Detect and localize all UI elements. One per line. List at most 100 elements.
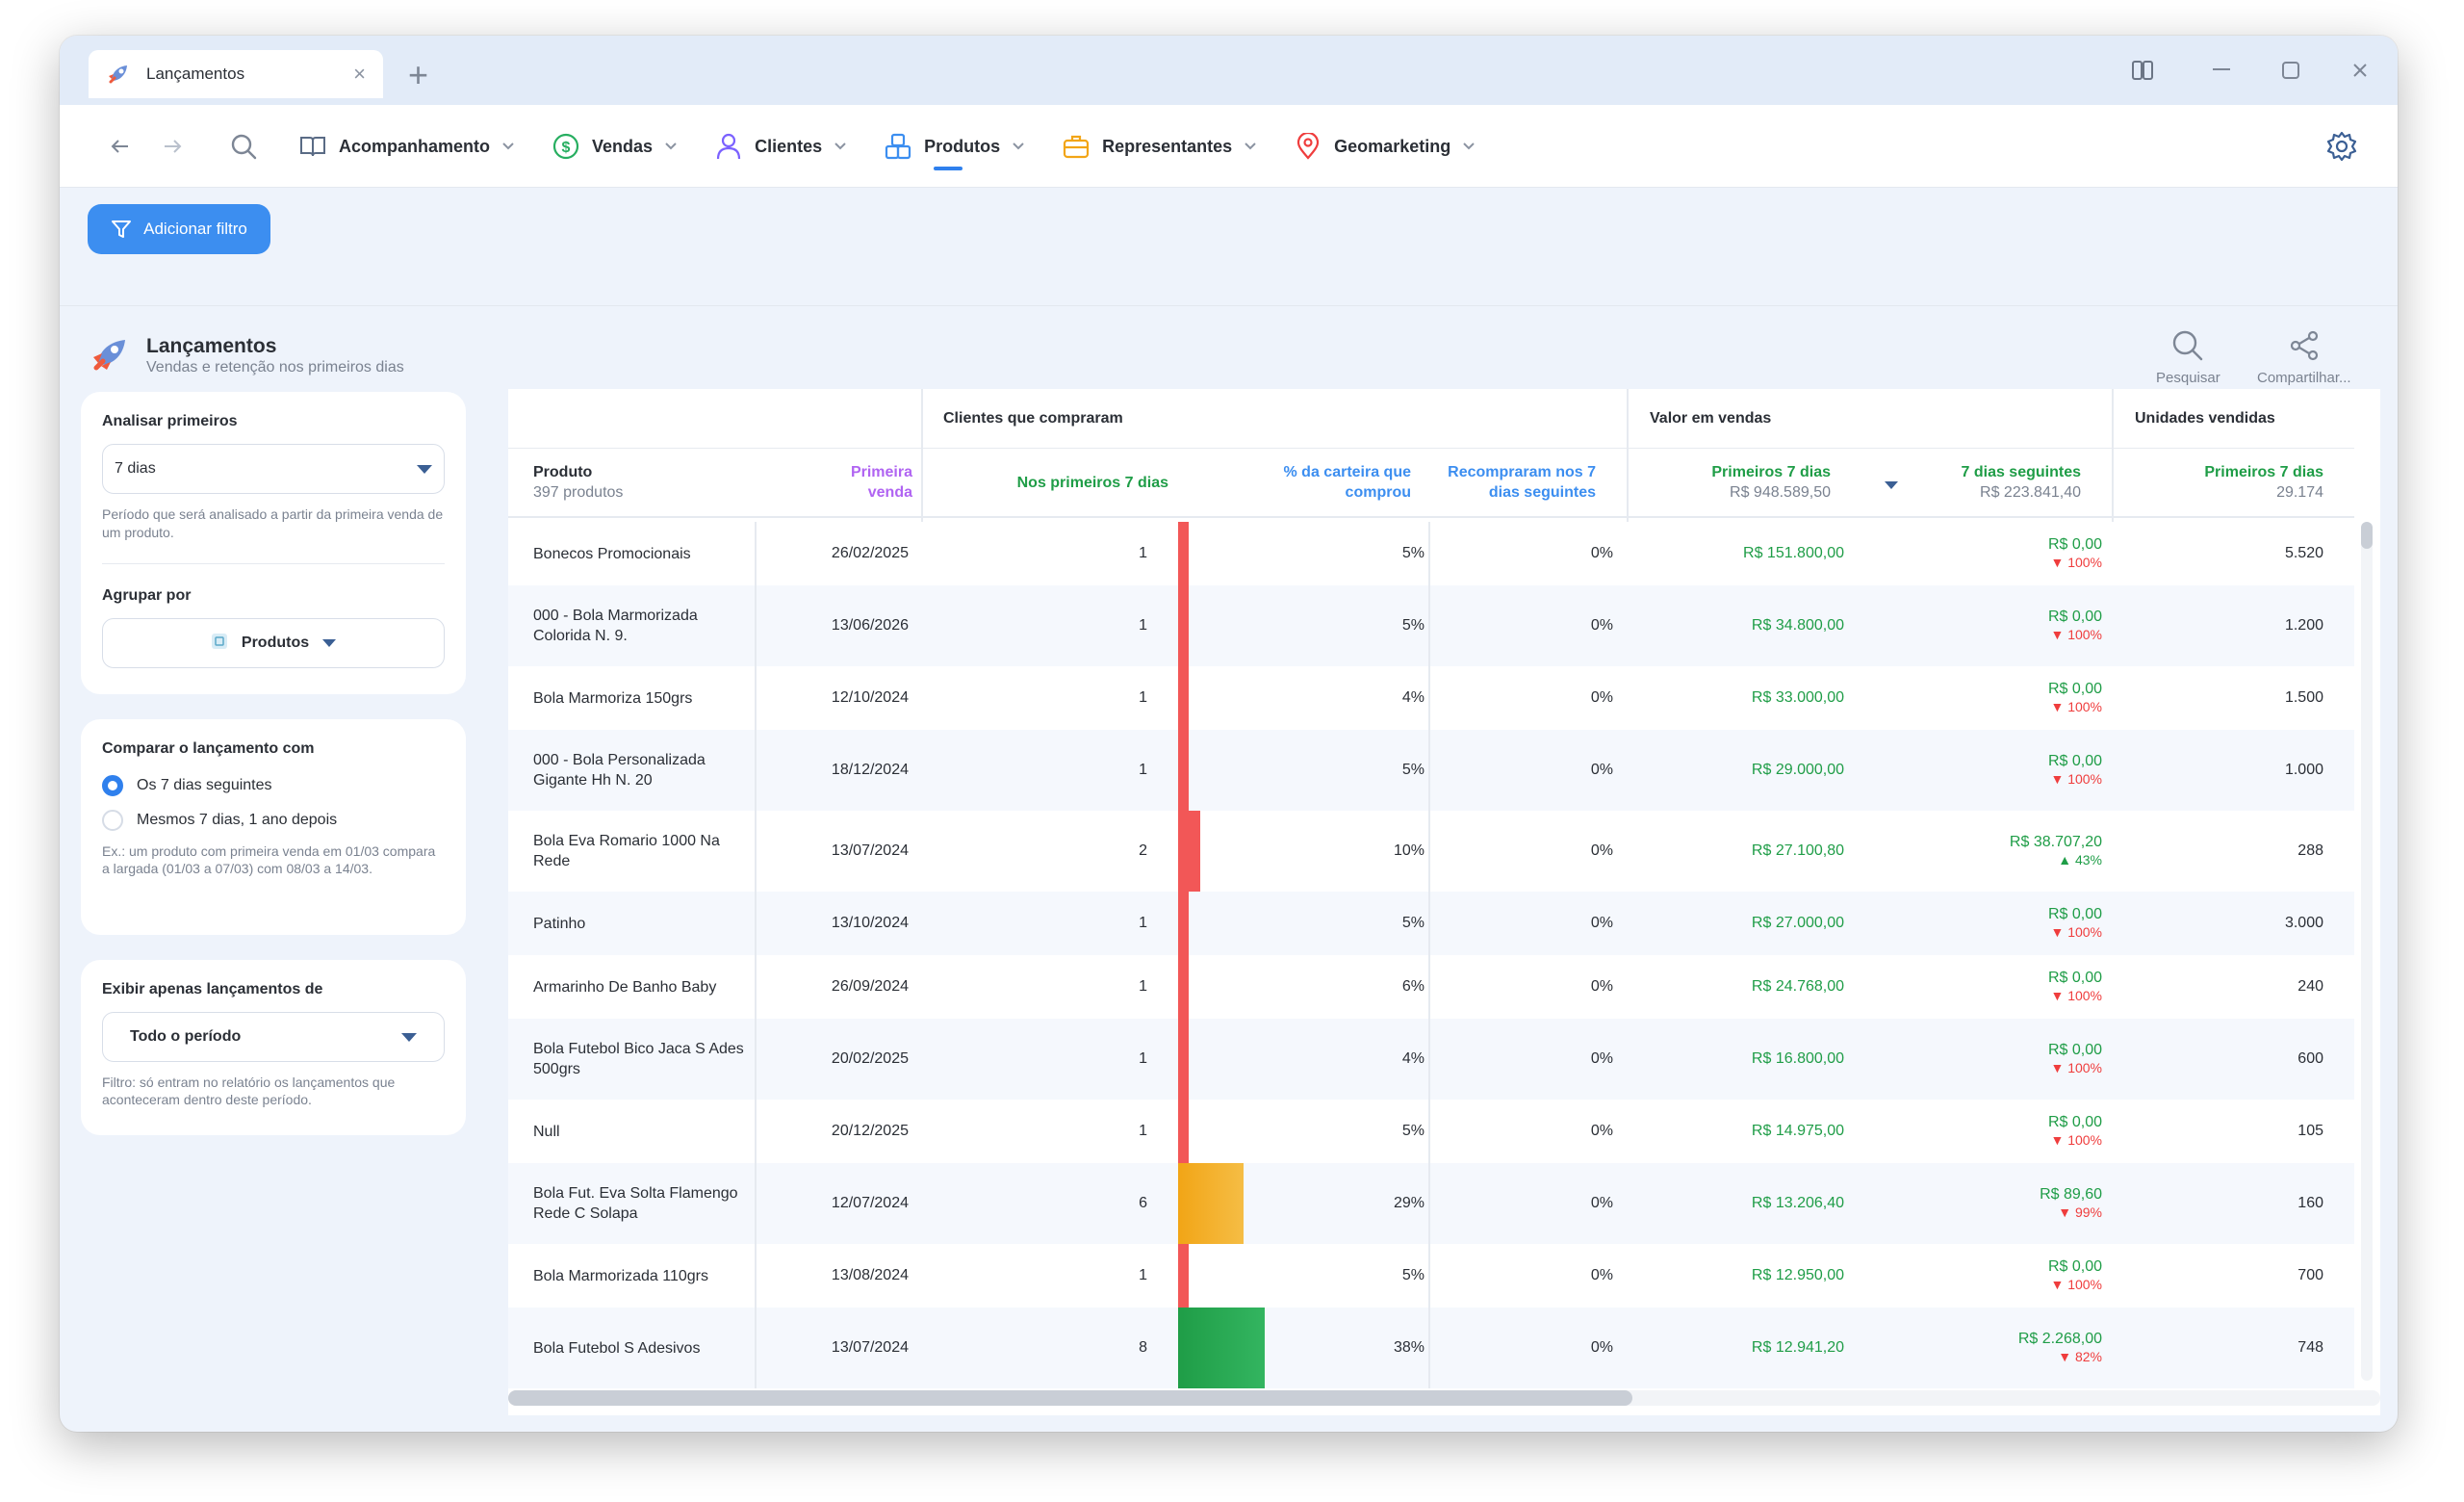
menu-label: Clientes xyxy=(755,136,823,156)
change-badge: ▼ 82% xyxy=(2058,1348,2102,1365)
change-pct: 100% xyxy=(2067,1060,2102,1075)
first-sale-date: 13/06/2026 xyxy=(755,585,920,666)
table-row[interactable]: Patinho 13/10/2024 1 5% 0% R$ 27.000,00 R$ 0,0… xyxy=(508,892,2354,955)
table-row[interactable]: Bola Eva Romario 1000 Na Rede 13/07/2024 2… xyxy=(508,811,2354,892)
change-badge: ▼ 100% xyxy=(2050,1131,2102,1149)
add-filter-label: Adicionar filtro xyxy=(143,220,247,238)
rocket-icon xyxy=(106,61,133,88)
table-row[interactable]: Armarinho De Banho Baby 26/09/2024 1 6% 0% R$… xyxy=(508,955,2354,1019)
group-select[interactable]: Produtos xyxy=(102,618,445,668)
menu-geomarketing[interactable]: Geomarketing xyxy=(1294,105,1476,188)
add-filter-button[interactable]: Adicionar filtro xyxy=(88,204,270,254)
product-name[interactable]: Bola Eva Romario 1000 Na Rede xyxy=(533,811,755,892)
change-badge: ▼ 100% xyxy=(2050,554,2102,571)
value-first7: R$ 14.975,00 xyxy=(1751,1123,1844,1139)
arrow-up-icon: ▲ xyxy=(2058,852,2072,868)
table-row[interactable]: Null 20/12/2025 1 5% 0% R$ 14.975,00 R$ 0,00 ▼ … xyxy=(508,1100,2354,1163)
page-subtitle: Vendas e retenção nos primeiros dias xyxy=(146,359,404,376)
value-next7: R$ 0,00 xyxy=(2047,609,2102,625)
compare-option-next7[interactable]: Os 7 dias seguintes xyxy=(102,775,445,796)
pct-value: 6% xyxy=(1401,978,1424,995)
col-first7-header[interactable]: Nos primeiros 7 dias xyxy=(922,449,1182,518)
share-action[interactable]: Compartilhar... xyxy=(2257,329,2351,386)
rebuy-value: 0% xyxy=(1428,955,1625,1019)
value-next7: R$ 89,60 xyxy=(2040,1186,2102,1203)
value-first7: R$ 12.941,20 xyxy=(1751,1339,1844,1356)
clients-count: 1 xyxy=(1139,1123,1147,1139)
pct-value: 5% xyxy=(1401,1123,1424,1139)
rebuy-value: 0% xyxy=(1428,730,1625,811)
horizontal-scroll-thumb[interactable] xyxy=(508,1390,1632,1406)
close-window-icon[interactable] xyxy=(2341,53,2379,88)
product-name[interactable]: Bola Futebol S Adesivos xyxy=(533,1308,755,1388)
back-arrow-icon[interactable] xyxy=(106,132,135,161)
col-pct-header[interactable]: % da carteira que comprou xyxy=(1182,449,1442,518)
split-view-icon[interactable] xyxy=(2123,53,2162,88)
menu-clientes[interactable]: Clientes xyxy=(714,105,847,188)
table-row[interactable]: 000 - Bola Personalizada Gigante Hh N. 2… xyxy=(508,730,2354,811)
radio-selected[interactable] xyxy=(102,775,123,796)
col-units-header[interactable]: Primeiros 7 dias 29.174 xyxy=(2114,449,2354,518)
table-row[interactable]: 000 - Bola Marmorizada Colorida N. 9. 13/… xyxy=(508,585,2354,666)
arrow-down-icon: ▼ xyxy=(2050,988,2065,1003)
minimize-icon[interactable] xyxy=(2202,53,2241,88)
menu-representantes[interactable]: Representantes xyxy=(1062,105,1257,188)
search-icon[interactable] xyxy=(227,130,260,163)
product-name[interactable]: Armarinho De Banho Baby xyxy=(533,955,755,1019)
radio-unselected[interactable] xyxy=(102,810,123,831)
compare-option-year[interactable]: Mesmos 7 dias, 1 ano depois xyxy=(102,810,445,831)
period-select[interactable]: Todo o período xyxy=(102,1012,445,1062)
close-tab-icon[interactable]: × xyxy=(353,62,366,87)
change-badge: ▼ 100% xyxy=(2050,626,2102,643)
table-row[interactable]: Bola Futebol S Adesivos 13/07/2024 8 38% 0% R… xyxy=(508,1308,2354,1388)
new-tab-button[interactable]: + xyxy=(408,55,428,95)
product-name[interactable]: Bola Marmoriza 150grs xyxy=(533,666,755,730)
change-pct: 82% xyxy=(2074,1349,2102,1364)
units-value: 288 xyxy=(2297,842,2323,859)
gear-icon[interactable] xyxy=(2323,128,2360,165)
table-row[interactable]: Bola Marmoriza 150grs 12/10/2024 1 4% 0% R$ 3… xyxy=(508,666,2354,730)
table-row[interactable]: Bonecos Promocionais 26/02/2025 1 5% 0% R$ 15… xyxy=(508,522,2354,585)
col-units-total: 29.174 xyxy=(2276,484,2323,501)
horizontal-scrollbar[interactable] xyxy=(508,1390,2380,1406)
analyze-value: 7 dias xyxy=(115,460,156,477)
menu-acompanhamento[interactable]: Acompanhamento xyxy=(298,105,515,188)
browser-tab[interactable]: Lançamentos × xyxy=(89,50,383,98)
product-name[interactable]: Patinho xyxy=(533,892,755,955)
col-pct-line1: % da carteira que xyxy=(1283,464,1412,480)
vertical-scroll-thumb[interactable] xyxy=(2361,522,2373,549)
product-name[interactable]: Bola Futebol Bico Jaca S Ades 500grs xyxy=(533,1019,755,1100)
table-row[interactable]: Bola Fut. Eva Solta Flamengo Rede C Sola… xyxy=(508,1163,2354,1244)
caret-down-icon xyxy=(417,464,432,474)
product-name[interactable]: 000 - Bola Marmorizada Colorida N. 9. xyxy=(533,585,755,666)
col-rebuy-header[interactable]: Recompraram nos 7 dias seguintes xyxy=(1442,449,1627,518)
product-name[interactable]: Bonecos Promocionais xyxy=(533,522,755,585)
arrow-down-icon: ▼ xyxy=(2050,555,2065,570)
first-sale-date: 13/08/2024 xyxy=(755,1244,920,1308)
vertical-scrollbar[interactable] xyxy=(2361,522,2373,1381)
search-action[interactable]: Pesquisar xyxy=(2156,329,2220,386)
analyze-select[interactable]: 7 dias xyxy=(102,444,445,494)
col-val-first-header[interactable]: Primeiros 7 dias R$ 948.589,50 xyxy=(1629,449,1850,518)
first-sale-date: 26/09/2024 xyxy=(755,955,920,1019)
col-units-label: Primeiros 7 dias xyxy=(2204,464,2323,480)
maximize-icon[interactable] xyxy=(2272,53,2310,88)
table-row[interactable]: Bola Futebol Bico Jaca S Ades 500grs 20/0… xyxy=(508,1019,2354,1100)
product-name[interactable]: Bola Marmorizada 110grs xyxy=(533,1244,755,1308)
rebuy-value: 0% xyxy=(1428,1100,1625,1163)
compare-option-label: Os 7 dias seguintes xyxy=(137,777,272,793)
col-first-sale-header[interactable]: Primeira venda xyxy=(797,449,912,518)
value-first7: R$ 13.206,40 xyxy=(1751,1195,1844,1211)
menu-produtos[interactable]: Produtos xyxy=(884,105,1025,188)
menu-vendas[interactable]: $ Vendas xyxy=(552,105,678,188)
product-name[interactable]: Null xyxy=(533,1100,755,1163)
table-row[interactable]: Bola Marmorizada 110grs 13/08/2024 1 5% 0% R$… xyxy=(508,1244,2354,1308)
chevron-down-icon xyxy=(1462,142,1476,151)
value-next7: R$ 0,00 xyxy=(2047,1258,2102,1275)
compare-label: Comparar o lançamento com xyxy=(102,740,315,757)
forward-arrow-icon[interactable] xyxy=(158,132,187,161)
launches-table: Clientes que compraram Valor em vendas U… xyxy=(508,389,2380,1415)
col-val-next-header[interactable]: 7 dias seguintes R$ 223.841,40 xyxy=(1850,449,2112,518)
product-name[interactable]: Bola Fut. Eva Solta Flamengo Rede C Sola… xyxy=(533,1163,755,1244)
product-name[interactable]: 000 - Bola Personalizada Gigante Hh N. 2… xyxy=(533,730,755,811)
